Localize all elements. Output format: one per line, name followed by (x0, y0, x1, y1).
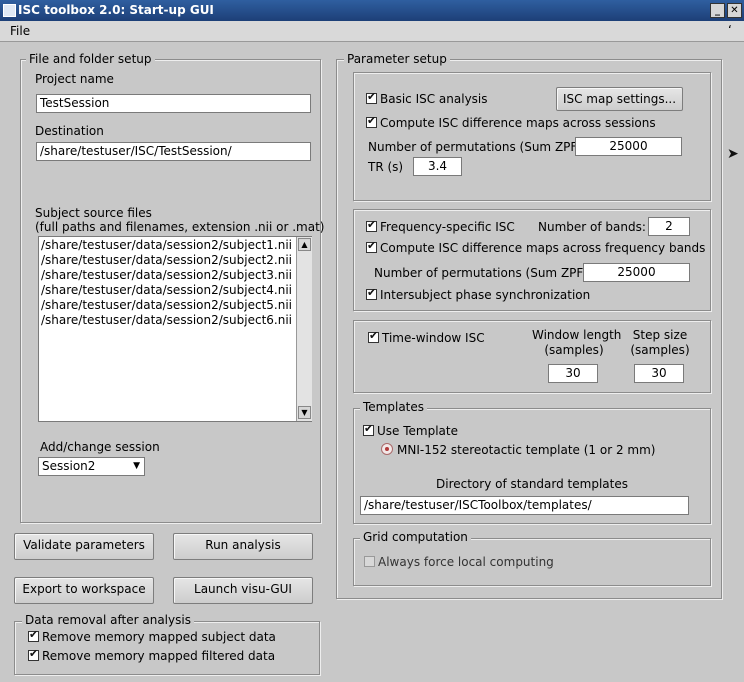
parameter-setup-legend: Parameter setup (344, 52, 450, 66)
use-template-checkbox[interactable]: Use Template (363, 422, 458, 438)
destination-label: Destination (35, 124, 104, 138)
frequency-isc-checkbox[interactable]: Frequency-specific ISC (366, 218, 515, 234)
basic-isc-label: Basic ISC analysis (380, 92, 488, 106)
frequency-isc-label: Frequency-specific ISC (380, 220, 515, 234)
minimize-icon[interactable]: _ (710, 3, 725, 18)
list-item[interactable]: /share/testuser/data/session2/subject5.n… (41, 298, 292, 313)
checkbox-icon (366, 218, 377, 232)
list-item[interactable]: /share/testuser/data/session2/subject4.n… (41, 283, 292, 298)
remove-filtered-data-checkbox[interactable]: Remove memory mapped filtered data (28, 647, 276, 663)
checkbox-icon (366, 90, 377, 104)
compute-session-diff-label: Compute ISC difference maps across sessi… (380, 116, 656, 130)
number-of-bands-label: Number of bands: (538, 220, 646, 234)
tr-input[interactable]: 3.4 (413, 157, 462, 176)
window-length-input[interactable]: 30 (548, 364, 598, 383)
list-item[interactable]: /share/testuser/data/session2/subject2.n… (41, 253, 292, 268)
isc-map-settings-button[interactable]: ISC map settings... (556, 87, 683, 111)
freq-permutations-label: Number of permutations (Sum ZPF) (374, 266, 588, 280)
project-name-input[interactable]: TestSession (36, 94, 311, 113)
permutations-input[interactable]: 25000 (575, 137, 682, 156)
phase-sync-label: Intersubject phase synchronization (380, 288, 591, 302)
chevron-down-icon: ▼ (133, 461, 140, 471)
time-window-label: Time-window ISC (382, 331, 485, 345)
checkbox-icon (366, 239, 377, 253)
list-item[interactable]: /share/testuser/data/session2/subject1.n… (41, 238, 292, 253)
window-length-units: (samples) (544, 343, 604, 357)
window-title: ISC toolbox 2.0: Start-up GUI (18, 3, 214, 17)
title-bar[interactable]: ISC toolbox 2.0: Start-up GUI _ ✕ (0, 0, 744, 22)
validate-parameters-button[interactable]: Validate parameters (14, 533, 154, 560)
list-item[interactable]: /share/testuser/data/session2/subject3.n… (41, 268, 292, 283)
mni-template-label: MNI-152 stereotactic template (1 or 2 mm… (397, 443, 656, 457)
source-files-rows: /share/testuser/data/session2/subject1.n… (41, 238, 292, 328)
menu-file[interactable]: File (10, 24, 30, 38)
number-of-bands-input[interactable]: 2 (648, 217, 690, 236)
session-select[interactable]: Session2 ▼ (38, 457, 145, 476)
export-workspace-button[interactable]: Export to workspace (14, 577, 154, 604)
session-label: Add/change session (40, 440, 160, 454)
checkbox-icon (364, 556, 375, 567)
force-local-label: Always force local computing (378, 555, 554, 569)
remove-subject-data-checkbox[interactable]: Remove memory mapped subject data (28, 628, 276, 644)
file-folder-setup-legend: File and folder setup (26, 52, 155, 66)
app-icon (3, 4, 16, 17)
basic-isc-checkbox[interactable]: Basic ISC analysis (366, 90, 488, 106)
scroll-down-icon[interactable]: ▼ (298, 406, 311, 419)
run-analysis-button[interactable]: Run analysis (173, 533, 313, 560)
compute-freq-diff-checkbox[interactable]: Compute ISC difference maps across frequ… (366, 239, 706, 255)
mni-template-radio[interactable]: MNI-152 stereotactic template (1 or 2 mm… (381, 443, 655, 457)
use-template-label: Use Template (377, 424, 458, 438)
force-local-checkbox[interactable]: Always force local computing (364, 555, 554, 569)
source-files-label: Subject source files (35, 206, 152, 220)
scroll-up-icon[interactable]: ▲ (298, 238, 311, 251)
compute-session-diff-checkbox[interactable]: Compute ISC difference maps across sessi… (366, 114, 656, 130)
checkbox-icon (368, 329, 379, 343)
checkbox-icon (28, 628, 39, 642)
list-item[interactable]: /share/testuser/data/session2/subject6.n… (41, 313, 292, 328)
checkbox-icon (366, 286, 377, 300)
step-size-input[interactable]: 30 (634, 364, 684, 383)
radio-icon (381, 443, 393, 455)
remove-filtered-data-label: Remove memory mapped filtered data (42, 649, 276, 663)
step-size-label: Step size (632, 328, 688, 342)
source-files-hint: (full paths and filenames, extension .ni… (35, 220, 325, 234)
launch-visu-gui-button[interactable]: Launch visu-GUI (173, 577, 313, 604)
templates-dir-label: Directory of standard templates (436, 477, 628, 491)
permutations-label: Number of permutations (Sum ZPF) (368, 140, 582, 154)
checkbox-icon (28, 647, 39, 661)
close-icon[interactable]: ✕ (727, 3, 742, 18)
session-select-value: Session2 (42, 459, 96, 473)
checkbox-icon (366, 114, 377, 128)
remove-subject-data-label: Remove memory mapped subject data (42, 630, 276, 644)
menu-bar: File ʻ (0, 21, 744, 42)
list-scrollbar[interactable]: ▲ ▼ (296, 237, 312, 421)
mouse-cursor-icon: ➤ (727, 146, 739, 162)
step-size-units: (samples) (630, 343, 690, 357)
checkbox-icon (363, 422, 374, 436)
compute-freq-diff-label: Compute ISC difference maps across frequ… (380, 241, 706, 255)
project-name-label: Project name (35, 72, 114, 86)
phase-sync-checkbox[interactable]: Intersubject phase synchronization (366, 286, 591, 302)
templates-legend: Templates (360, 400, 428, 414)
destination-input[interactable]: /share/testuser/ISC/TestSession/ (36, 142, 311, 161)
grid-computation-legend: Grid computation (360, 530, 471, 544)
source-files-list[interactable]: /share/testuser/data/session2/subject1.n… (38, 236, 312, 422)
window-length-label: Window length (532, 328, 622, 342)
freq-permutations-input[interactable]: 25000 (583, 263, 690, 282)
tr-label: TR (s) (368, 160, 404, 174)
templates-dir-input[interactable]: /share/testuser/ISCToolbox/templates/ (360, 496, 689, 515)
time-window-checkbox[interactable]: Time-window ISC (368, 329, 485, 345)
menu-toolbar-toggle[interactable]: ʻ (728, 23, 732, 37)
data-removal-legend: Data removal after analysis (22, 613, 194, 627)
